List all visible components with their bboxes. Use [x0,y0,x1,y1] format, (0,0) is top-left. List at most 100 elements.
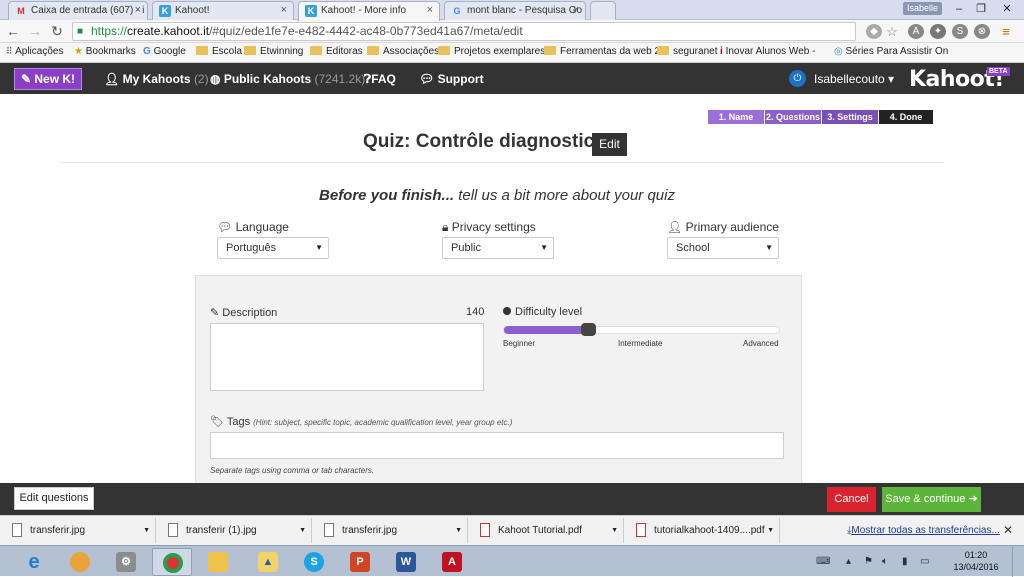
apps-icon: ⠿ [6,46,16,56]
slider-handle[interactable] [581,323,596,336]
user-menu[interactable]: Isabellecouto ▾ [814,72,894,86]
network-icon[interactable]: ▮ [902,556,908,567]
folder-icon [438,46,450,55]
tags-input[interactable] [210,432,784,459]
new-kahoot-button[interactable]: ✎ New K! [14,68,82,90]
profile-chip[interactable]: Isabelle [902,2,942,15]
volume-icon[interactable]: 🔈︎ [882,556,888,567]
internet-explorer-icon: e [28,551,40,573]
keyboard-icon[interactable]: ⌨ [816,556,830,567]
minimize-icon[interactable]: – [948,1,970,17]
taskbar-acrobat[interactable]: A [432,548,472,576]
tab-kahoot[interactable]: K Kahoot! × [152,1,294,20]
reload-icon[interactable]: ↻ [48,23,66,39]
bookmark-escola[interactable]: Escola [196,46,242,57]
nav-public-kahoots[interactable]: ◍ Public Kahoots (7241.2k) [210,72,365,86]
bookmark-series[interactable]: ◎ Séries Para Assistir On [834,46,948,57]
bookmark-ferramentas[interactable]: Ferramentas da web 2 [544,46,660,57]
caret-down-icon[interactable]: ▼ [143,518,150,543]
caret-down-icon[interactable]: ▼ [767,518,774,543]
step-name[interactable]: 1. Name [708,110,764,124]
menu-icon[interactable]: ≡ [998,24,1014,39]
bookmark-bookmarks[interactable]: ★ Bookmarks [74,46,136,57]
download-item[interactable]: tutorialkahoot-1409....pdf ▼ [624,518,780,543]
tab-google-search[interactable]: G mont blanc - Pesquisa Go × [444,1,586,20]
folder-icon [208,552,228,572]
cancel-button[interactable]: Cancel [827,487,876,512]
star-icon: ★ [74,46,86,57]
close-window-icon[interactable]: ✕ [996,1,1018,17]
file-icon [168,523,178,537]
bookmark-projetos[interactable]: Projetos exemplares [438,46,545,57]
restore-icon[interactable]: ❐ [970,1,992,17]
download-item[interactable]: transferir.jpg ▼ [312,518,468,543]
skype-icon[interactable]: S [952,24,968,39]
star-icon[interactable]: ☆ [884,24,900,39]
bookmark-associacoes[interactable]: Associações [367,46,439,57]
edit-questions-button[interactable]: Edit questions [14,487,94,510]
audience-select[interactable]: School ▼ [667,237,779,259]
step-settings[interactable]: 3. Settings [822,110,878,124]
close-icon[interactable]: × [281,4,287,16]
show-desktop-button[interactable] [1012,546,1024,577]
bookmark-google[interactable]: G Google [143,46,186,57]
settings-icon[interactable]: ⊗ [974,24,990,39]
new-tab-button[interactable] [590,1,616,20]
edit-title-button[interactable]: Edit [592,133,627,156]
bookmark-seguranet[interactable]: seguranet [657,46,717,57]
folder-icon [310,46,322,55]
nav-support[interactable]: 💬︎ Support [419,72,484,86]
power-icon[interactable]: ⏻ [789,70,806,87]
taskbar-ie[interactable]: e [14,548,54,576]
arrow-right-icon: ➔ [968,493,978,505]
language-select[interactable]: Português ▼ [217,237,329,259]
tab-gmail[interactable]: M Caixa de entrada (607) - i × [8,1,148,20]
taskbar-word[interactable]: W [386,548,426,576]
kahoot-icon: K [159,5,171,17]
taskbar-app[interactable]: ▲ [248,548,288,576]
save-continue-button[interactable]: Save & continue ➔ [882,487,981,512]
nav-faq[interactable]: ❓︎FAQ [364,72,396,87]
shield-icon[interactable]: ◆ [866,24,882,39]
close-icon[interactable]: × [573,4,579,16]
taskbar-skype[interactable]: S [294,548,334,576]
close-icon[interactable]: × [135,4,141,16]
back-arrow-icon[interactable]: ← [4,23,22,39]
close-icon[interactable]: × [427,4,433,16]
privacy-select[interactable]: Public ▼ [442,237,554,259]
caret-down-icon: ▼ [765,243,773,252]
nav-my-kahoots[interactable]: 👤︎ My Kahoots (2) [104,72,209,86]
globe-icon: ◍ [210,72,224,86]
close-icon[interactable]: ✕ [1003,523,1013,537]
taskbar-chrome[interactable] [152,548,192,576]
tab-kahoot-more-info[interactable]: K Kahoot! - More info × [298,1,440,21]
battery-icon[interactable]: ▭ [920,556,929,567]
taskbar-app[interactable] [60,548,100,576]
extension-icon[interactable]: A [908,24,924,39]
step-done: 4. Done [879,110,933,124]
caret-down-icon[interactable]: ▼ [299,518,306,543]
dropbox-icon[interactable]: ✦ [930,24,946,39]
flag-icon[interactable]: ⚑ [864,556,873,567]
bookmark-editoras[interactable]: Editoras [310,46,363,57]
taskbar-powerpoint[interactable]: P [340,548,380,576]
download-item[interactable]: transferir.jpg ▼ [0,518,156,543]
system-clock[interactable]: 01:20 13/04/2016 [953,549,999,573]
download-item[interactable]: Kahoot Tutorial.pdf ▼ [468,518,624,543]
step-questions[interactable]: 2. Questions [765,110,821,124]
file-icon [12,523,22,537]
difficulty-slider[interactable] [503,323,780,336]
chevron-up-icon[interactable]: ▴ [846,556,851,567]
forward-arrow-icon[interactable]: → [26,23,44,39]
taskbar-explorer[interactable] [198,548,238,576]
description-textarea[interactable] [210,323,484,391]
bookmark-etwinning[interactable]: Etwinning [244,46,303,57]
caret-down-icon[interactable]: ▼ [455,518,462,543]
address-bar[interactable]: ■ https://create.kahoot.it/#quiz/ede1fe7… [72,22,856,41]
caret-down-icon[interactable]: ▼ [611,518,618,543]
bookmark-inovar[interactable]: i Inovar Alunos Web - [720,46,815,57]
show-all-downloads-link[interactable]: ⤓ Mostrar todas as transferências... [847,525,1000,536]
bookmark-apps[interactable]: ⠿ Aplicações [6,46,63,57]
taskbar-app[interactable]: ⚙ [106,548,146,576]
download-item[interactable]: transferir (1).jpg ▼ [156,518,312,543]
